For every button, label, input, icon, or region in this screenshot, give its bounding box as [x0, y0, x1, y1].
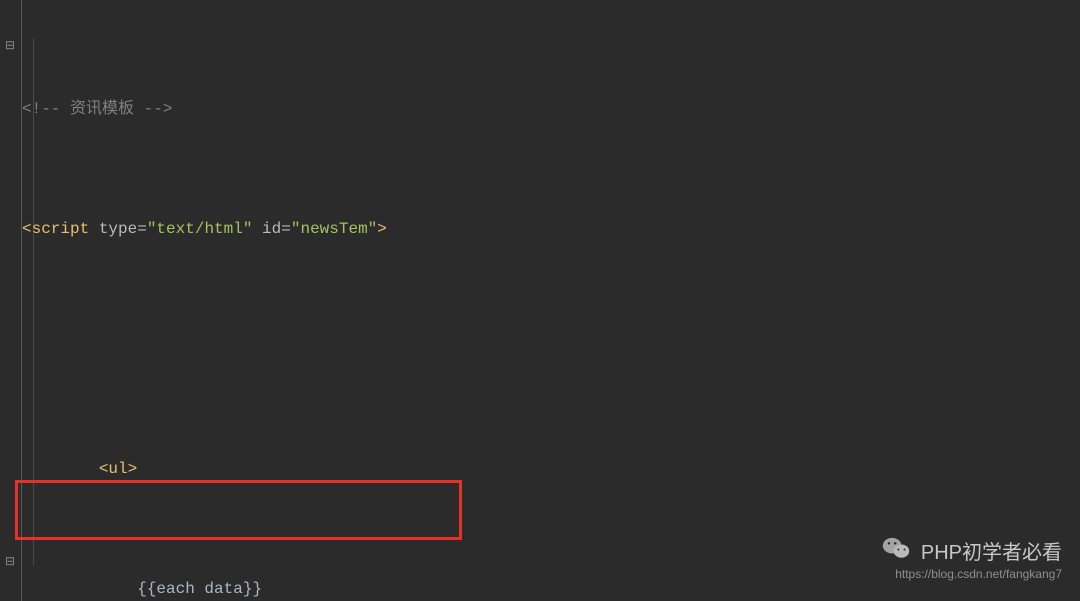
code-line: <script type="text/html" id="newsTem">: [22, 214, 1080, 244]
fold-marker[interactable]: ⊟: [4, 556, 16, 568]
code-area[interactable]: <!-- 资讯模板 --> <script type="text/html" i…: [22, 4, 1080, 601]
fold-marker[interactable]: ⊟: [4, 40, 16, 52]
code-editor[interactable]: ⊟ ⊟ <!-- 资讯模板 --> <script type="text/htm…: [0, 0, 1080, 601]
code-line: {{each data}}: [22, 574, 1080, 601]
comment: <!-- 资讯模板 -->: [22, 100, 172, 118]
code-line: [22, 334, 1080, 364]
gutter: ⊟ ⊟: [0, 0, 22, 601]
code-line: <ul>: [22, 454, 1080, 484]
code-line: <!-- 资讯模板 -->: [22, 94, 1080, 124]
